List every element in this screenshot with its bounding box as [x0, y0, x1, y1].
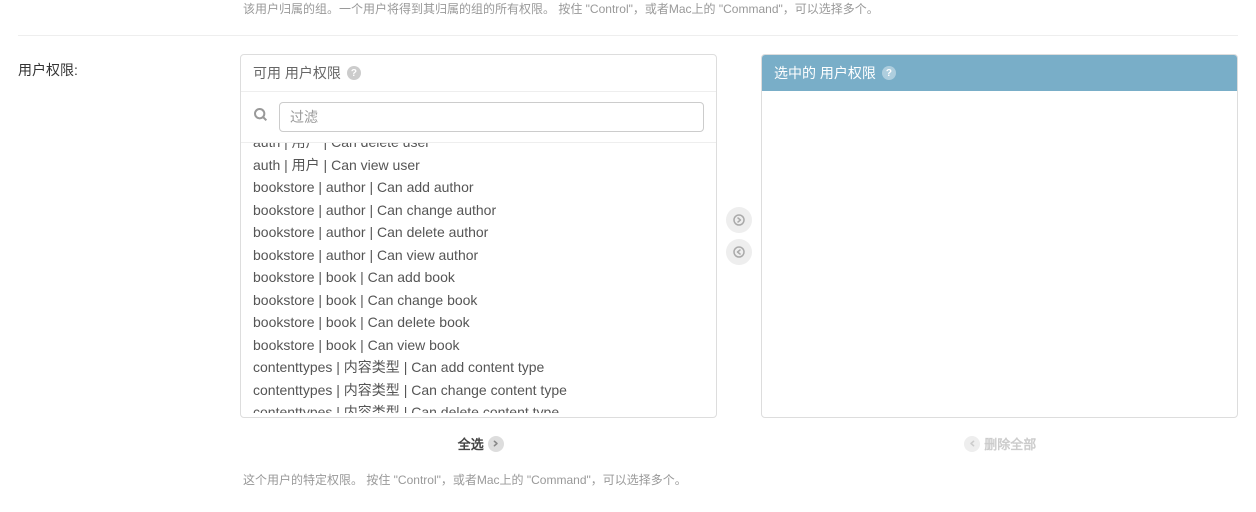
available-listbox[interactable]: auth | 用户 | Can delete user auth | 用户 | …: [241, 143, 716, 413]
transfer-arrows: [717, 54, 761, 418]
list-item[interactable]: auth | 用户 | Can view user: [241, 154, 716, 177]
permissions-help-text: 这个用户的特定权限。 按住 "Control"，或者Mac上的 "Command…: [0, 463, 1256, 508]
chevron-right-icon: [488, 436, 504, 452]
list-item[interactable]: bookstore | book | Can view book: [241, 334, 716, 357]
list-item[interactable]: bookstore | book | Can change book: [241, 289, 716, 312]
chosen-listbox[interactable]: [762, 91, 1237, 417]
list-item[interactable]: bookstore | author | Can view author: [241, 244, 716, 267]
choose-all-button[interactable]: 全选: [243, 424, 719, 463]
filter-input[interactable]: [279, 102, 704, 132]
list-item[interactable]: bookstore | author | Can delete author: [241, 221, 716, 244]
list-item[interactable]: contenttypes | 内容类型 | Can change content…: [241, 379, 716, 402]
available-panel-header: 可用 用户权限 ?: [241, 55, 716, 92]
help-icon[interactable]: ?: [347, 66, 361, 80]
remove-all-button: 删除全部: [762, 424, 1238, 463]
list-item[interactable]: contenttypes | 内容类型 | Can add content ty…: [241, 356, 716, 379]
list-item[interactable]: bookstore | author | Can add author: [241, 176, 716, 199]
field-label-user-permissions: 用户权限:: [18, 54, 240, 80]
move-left-button[interactable]: [726, 239, 752, 265]
available-permissions-panel: 可用 用户权限 ? auth | 用户 | Can delete user au…: [240, 54, 717, 418]
choose-all-label: 全选: [458, 434, 484, 453]
group-help-text: 该用户归属的组。一个用户将得到其归属的组的所有权限。 按住 "Control"，…: [0, 0, 1256, 35]
list-item[interactable]: bookstore | author | Can change author: [241, 199, 716, 222]
list-item[interactable]: bookstore | book | Can add book: [241, 266, 716, 289]
available-title: 可用 用户权限: [253, 63, 341, 83]
chosen-title: 选中的 用户权限: [774, 63, 876, 83]
move-right-button[interactable]: [726, 207, 752, 233]
chevron-left-icon: [964, 436, 980, 452]
divider: [18, 35, 1238, 36]
remove-all-label: 删除全部: [984, 434, 1036, 453]
list-item[interactable]: bookstore | book | Can delete book: [241, 311, 716, 334]
chosen-panel-header: 选中的 用户权限 ?: [762, 55, 1237, 91]
help-icon[interactable]: ?: [882, 66, 896, 80]
list-item[interactable]: auth | 用户 | Can delete user: [241, 143, 716, 154]
search-icon: [253, 107, 269, 127]
list-item[interactable]: contenttypes | 内容类型 | Can delete content…: [241, 401, 716, 413]
chosen-permissions-panel: 选中的 用户权限 ?: [761, 54, 1238, 418]
filter-row: [241, 92, 716, 143]
